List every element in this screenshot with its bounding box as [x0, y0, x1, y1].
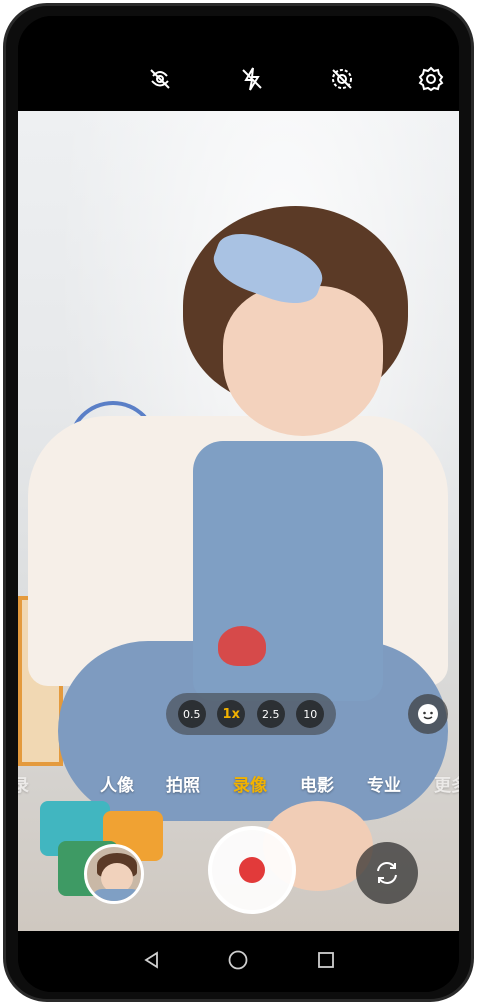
zoom-10-button[interactable]: 10: [296, 700, 325, 728]
system-nav-bar: [18, 931, 459, 992]
record-button[interactable]: [208, 826, 296, 914]
mode-video[interactable]: 录像: [233, 771, 267, 796]
zoom-1x-button[interactable]: 1x: [217, 700, 246, 728]
child-overalls: [193, 441, 383, 701]
gallery-thumbnail[interactable]: [84, 844, 144, 904]
recents-square-icon[interactable]: [311, 945, 341, 975]
mode-portrait[interactable]: 人像: [100, 771, 134, 796]
mode-pro[interactable]: 专业: [367, 771, 401, 796]
switch-camera-icon: [377, 862, 397, 884]
child-face: [223, 286, 383, 436]
mode-movie[interactable]: 电影: [300, 771, 334, 796]
ai-off-icon[interactable]: [145, 64, 175, 94]
mode-partial-left[interactable]: 录: [18, 771, 29, 796]
zoom-selector: 0.5 1x 2.5 10: [166, 693, 336, 735]
camera-top-bar: [18, 16, 459, 111]
mode-photo[interactable]: 拍照: [166, 771, 200, 796]
zoom-0-5-button[interactable]: 0.5: [177, 700, 206, 728]
face-icon: [418, 704, 438, 724]
heart-toy: [218, 626, 266, 666]
record-dot-icon: [239, 857, 265, 883]
screen: 0.5 1x 2.5 10 录 人像 拍照 录像 电影 专业 更多: [18, 16, 459, 992]
back-triangle-icon[interactable]: [137, 945, 167, 975]
live-photo-off-icon[interactable]: [327, 64, 357, 94]
switch-camera-button[interactable]: [356, 842, 418, 904]
beauty-face-button[interactable]: [408, 694, 448, 734]
mode-more[interactable]: 更多: [434, 771, 459, 796]
zoom-2-5-button[interactable]: 2.5: [256, 700, 285, 728]
phone-frame: 0.5 1x 2.5 10 录 人像 拍照 录像 电影 专业 更多: [3, 3, 474, 1002]
camera-viewfinder[interactable]: [18, 111, 459, 931]
home-circle-icon[interactable]: [223, 945, 253, 975]
flash-off-icon[interactable]: [237, 64, 267, 94]
camera-mode-strip: 录 人像 拍照 录像 电影 专业 更多: [18, 771, 459, 801]
settings-gear-icon[interactable]: [416, 64, 446, 94]
